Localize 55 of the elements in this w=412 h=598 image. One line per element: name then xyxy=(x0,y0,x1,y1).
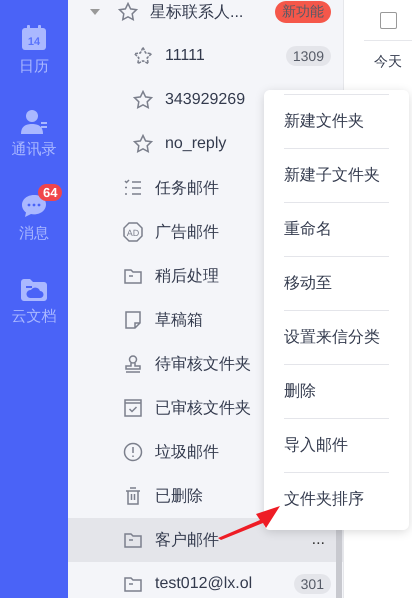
folder-icon xyxy=(124,268,142,284)
cloud-folder-icon xyxy=(21,278,47,300)
menu-item[interactable]: 设置来信分类 xyxy=(284,310,389,364)
nav-label: 云文档 xyxy=(12,306,56,326)
count-badge: 1309 xyxy=(286,46,331,66)
nav-item[interactable]: 消息 64 xyxy=(0,184,68,252)
stamp-icon xyxy=(124,355,142,373)
menu-item[interactable]: 移动至 xyxy=(284,256,389,310)
trash-icon xyxy=(125,487,141,505)
menu-item[interactable]: 新建文件夹 xyxy=(284,94,389,148)
more-options[interactable]: ... xyxy=(312,531,325,549)
expand-caret-icon[interactable] xyxy=(90,9,100,15)
warning-icon xyxy=(123,442,143,462)
contact-icon xyxy=(21,110,47,134)
calendar-icon: 14 xyxy=(21,24,47,50)
folder-icon xyxy=(124,576,142,592)
folder-name: 稍后处理 xyxy=(155,266,219,286)
unread-badge: 64 xyxy=(38,184,62,201)
menu-item[interactable]: 新建子文件夹 xyxy=(284,148,389,202)
menu-item[interactable]: 删除 xyxy=(284,364,389,418)
folder-name: 待审核文件夹 xyxy=(155,354,251,374)
star-icon xyxy=(118,2,138,22)
count-badge: 301 xyxy=(294,574,331,594)
folder-name: test012@lx.ol xyxy=(155,575,252,593)
menu-item[interactable]: 重命名 xyxy=(284,202,389,256)
menu-item[interactable]: 导入邮件 xyxy=(284,418,389,472)
folder-name: 星标联系人... xyxy=(150,2,244,22)
folder-name: no_reply xyxy=(165,135,226,153)
nav-label: 通讯录 xyxy=(12,140,56,158)
date-group-label: 今天 xyxy=(373,52,403,71)
checked-box-icon xyxy=(124,399,142,417)
folder-icon xyxy=(124,532,142,548)
select-all-checkbox[interactable] xyxy=(380,12,397,28)
folder-name: 已审核文件夹 xyxy=(155,398,251,418)
folder-name: 11111 xyxy=(165,47,205,65)
folder-item[interactable]: test012@lx.ol 301 xyxy=(68,562,343,598)
folder-name: 已删除 xyxy=(155,486,203,506)
folder-item[interactable]: 11111 1309 xyxy=(68,34,343,78)
folder-name: 草稿箱 xyxy=(155,310,203,330)
list-icon xyxy=(124,179,142,197)
folder-name: 垃圾邮件 xyxy=(155,442,219,462)
note-icon xyxy=(125,311,141,329)
count-badge: 新功能 xyxy=(275,1,331,23)
ad-icon: AD xyxy=(123,222,143,242)
folder-name: 广告邮件 xyxy=(155,222,219,242)
folder-name: 任务邮件 xyxy=(155,178,219,198)
star-outline-icon xyxy=(133,46,153,66)
folder-name: 客户邮件 xyxy=(155,530,219,550)
nav-label: 消息 xyxy=(19,224,49,242)
star-icon xyxy=(133,90,153,110)
folder-name: 343929269 xyxy=(165,91,246,109)
nav-label: 日历 xyxy=(19,56,49,76)
menu-item[interactable]: 文件夹排序 xyxy=(284,472,389,526)
star-icon xyxy=(133,134,153,154)
folder-item[interactable]: 星标联系人... 新功能 xyxy=(68,0,343,34)
